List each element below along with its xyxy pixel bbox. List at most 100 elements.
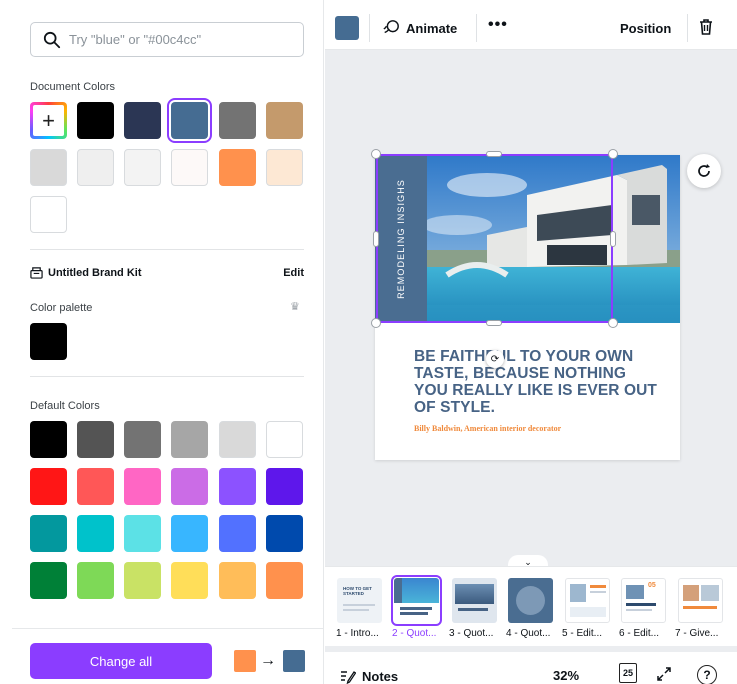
default-color-swatch[interactable]: [124, 468, 161, 505]
page-thumbnail-5[interactable]: [565, 578, 610, 623]
default-color-swatch[interactable]: [124, 421, 161, 458]
quote-author[interactable]: Billy Baldwin, American interior decorat…: [414, 424, 561, 433]
document-color-swatch[interactable]: [77, 149, 114, 186]
default-color-swatch[interactable]: [171, 515, 208, 552]
default-color-swatch[interactable]: [219, 468, 256, 505]
page-thumbnail-2[interactable]: [391, 575, 442, 626]
color-search-box[interactable]: Try "blue" or "#00c4cc": [30, 22, 304, 57]
document-color-swatch[interactable]: [30, 149, 67, 186]
default-color-swatch[interactable]: [77, 421, 114, 458]
resize-handle[interactable]: [610, 231, 616, 247]
page-label[interactable]: 1 - Intro...: [336, 628, 392, 639]
palette-color-swatch[interactable]: [30, 323, 67, 360]
default-color-swatch[interactable]: [30, 421, 67, 458]
thumb-photo: [701, 585, 719, 601]
zoom-level[interactable]: 32%: [553, 668, 579, 683]
default-color-swatch[interactable]: [171, 468, 208, 505]
page-thumbnail-1[interactable]: HOW TO GET STARTED: [337, 578, 382, 623]
change-all-button[interactable]: Change all: [30, 643, 212, 679]
thumb-photo: [626, 585, 644, 599]
animate-button[interactable]: Animate: [382, 19, 457, 37]
default-color-swatch[interactable]: [30, 515, 67, 552]
default-color-swatch[interactable]: [266, 515, 303, 552]
document-color-swatch[interactable]: [171, 149, 208, 186]
default-color-swatch[interactable]: [77, 562, 114, 599]
color-panel: Try "blue" or "#00c4cc" Document Colors …: [0, 0, 324, 684]
search-input[interactable]: Try "blue" or "#00c4cc": [69, 32, 201, 47]
text-color-button[interactable]: [335, 16, 359, 40]
document-color-swatch[interactable]: [77, 102, 114, 139]
brand-kit-edit-button[interactable]: Edit: [283, 267, 304, 279]
resize-handle[interactable]: [371, 149, 381, 159]
page-thumbnail-3[interactable]: [452, 578, 497, 623]
add-color-button[interactable]: +: [30, 102, 67, 139]
animate-icon: [383, 20, 399, 34]
default-color-swatch[interactable]: [30, 562, 67, 599]
default-color-swatch[interactable]: [124, 562, 161, 599]
help-button[interactable]: ?: [697, 665, 717, 684]
more-options-button[interactable]: •••: [488, 16, 508, 34]
page-label[interactable]: 5 - Edit...: [562, 628, 618, 639]
rotate-handle-icon[interactable]: ⟳: [486, 350, 504, 368]
page-thumbnail-4[interactable]: [508, 578, 553, 623]
default-color-swatch[interactable]: [30, 468, 67, 505]
fullscreen-icon[interactable]: [656, 666, 672, 682]
default-color-swatch[interactable]: [171, 421, 208, 458]
notes-label: Notes: [362, 668, 399, 684]
page-thumbnail-6[interactable]: 05: [621, 578, 666, 623]
plus-icon: +: [33, 105, 64, 136]
thumb-line: [590, 591, 606, 593]
default-color-swatch[interactable]: [171, 562, 208, 599]
divider: [369, 14, 370, 42]
resize-handle[interactable]: [608, 149, 618, 159]
document-color-swatch[interactable]: [219, 149, 256, 186]
resize-handle[interactable]: [486, 151, 502, 157]
page-label[interactable]: 3 - Quot...: [449, 628, 505, 639]
thumb-circle: [516, 586, 545, 615]
default-color-swatch[interactable]: [266, 468, 303, 505]
default-color-swatch[interactable]: [266, 562, 303, 599]
default-color-swatch[interactable]: [77, 468, 114, 505]
position-button[interactable]: Position: [620, 21, 671, 36]
thumb-block: [570, 607, 606, 617]
page-label[interactable]: 2 - Quot...: [392, 628, 448, 639]
page-label[interactable]: 7 - Give...: [675, 628, 731, 639]
notes-button[interactable]: Notes: [340, 668, 398, 684]
document-color-swatch[interactable]: [124, 102, 161, 139]
notes-icon: [341, 671, 356, 684]
default-color-swatch[interactable]: [124, 515, 161, 552]
trash-icon[interactable]: [697, 18, 715, 36]
from-color-swatch: [234, 650, 256, 672]
document-color-swatch[interactable]: [219, 102, 256, 139]
default-color-swatch[interactable]: [219, 515, 256, 552]
brand-kit-name: Untitled Brand Kit: [48, 266, 142, 279]
default-color-swatch[interactable]: [219, 562, 256, 599]
refresh-icon[interactable]: [687, 154, 721, 188]
resize-handle[interactable]: [373, 231, 379, 247]
page-thumbnail-7[interactable]: [678, 578, 723, 623]
document-color-swatch[interactable]: [124, 149, 161, 186]
document-color-swatch[interactable]: [266, 149, 303, 186]
default-color-swatch[interactable]: [77, 515, 114, 552]
document-color-swatch[interactable]: [167, 98, 212, 143]
default-color-swatch[interactable]: [219, 421, 256, 458]
document-color-swatch[interactable]: [30, 196, 67, 233]
page-count-button[interactable]: 25: [619, 663, 637, 683]
vertical-color-band[interactable]: REMODELING INSIGHS: [375, 155, 427, 323]
thumb-band: [394, 578, 402, 603]
thumb-line: [626, 609, 652, 611]
page-label[interactable]: 6 - Edit...: [619, 628, 675, 639]
default-color-swatch[interactable]: [266, 421, 303, 458]
house-photo[interactable]: [427, 155, 680, 323]
divider: [30, 249, 304, 250]
thumb-photo: [570, 584, 586, 602]
search-icon: [43, 31, 61, 48]
quote-text[interactable]: BE FAITHFUL TO YOUR OWN TASTE, BECAUSE N…: [414, 348, 664, 416]
resize-handle[interactable]: [608, 318, 618, 328]
to-color-swatch[interactable]: [283, 650, 305, 672]
resize-handle[interactable]: [486, 320, 502, 326]
document-color-swatch[interactable]: [266, 102, 303, 139]
resize-handle[interactable]: [371, 318, 381, 328]
page-label[interactable]: 4 - Quot...: [506, 628, 562, 639]
design-page[interactable]: REMODELING INSIGHS BE FAITHFUL TO YOUR O…: [375, 155, 680, 460]
